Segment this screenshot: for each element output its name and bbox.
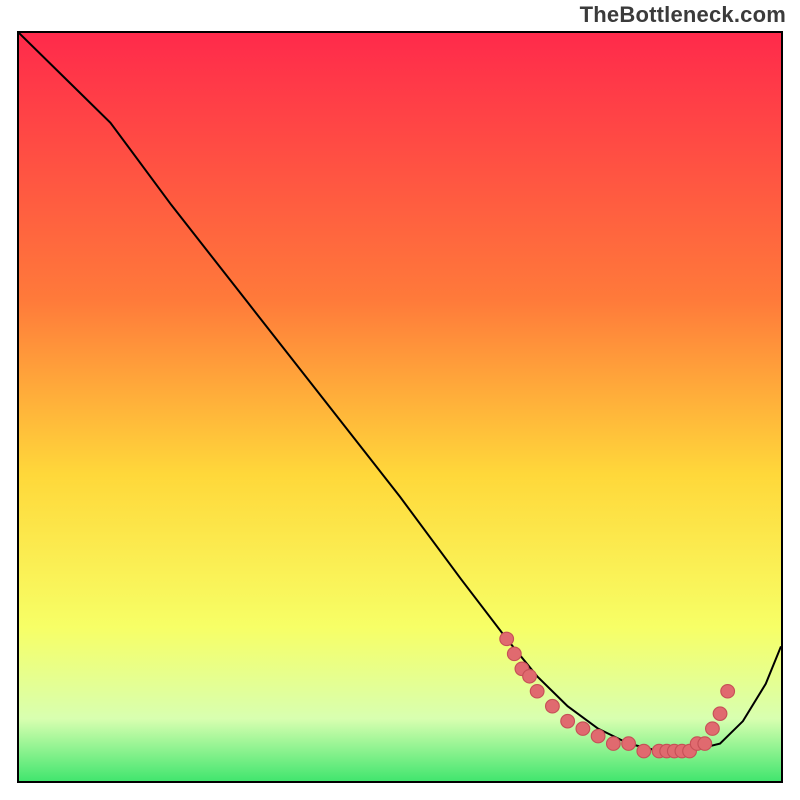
highlight-dot bbox=[721, 685, 735, 698]
highlight-dot bbox=[500, 632, 514, 645]
highlight-dot bbox=[637, 744, 651, 757]
highlight-dot bbox=[591, 729, 605, 742]
curve-layer bbox=[19, 33, 781, 781]
highlight-dot bbox=[622, 737, 636, 750]
highlight-dot bbox=[713, 707, 727, 720]
highlight-dot bbox=[576, 722, 590, 735]
highlight-dot bbox=[507, 647, 521, 660]
highlight-dot bbox=[607, 737, 621, 750]
chart-frame: TheBottleneck.com bbox=[0, 0, 800, 800]
highlight-dot bbox=[523, 670, 537, 683]
watermark-text: TheBottleneck.com bbox=[580, 2, 786, 28]
highlight-dot bbox=[698, 737, 712, 750]
bottleneck-curve bbox=[19, 33, 781, 751]
plot-area bbox=[17, 31, 783, 783]
marker-group bbox=[500, 632, 735, 758]
highlight-dot bbox=[530, 685, 544, 698]
highlight-dot bbox=[706, 722, 720, 735]
highlight-dot bbox=[561, 714, 575, 727]
highlight-dot bbox=[546, 699, 560, 712]
